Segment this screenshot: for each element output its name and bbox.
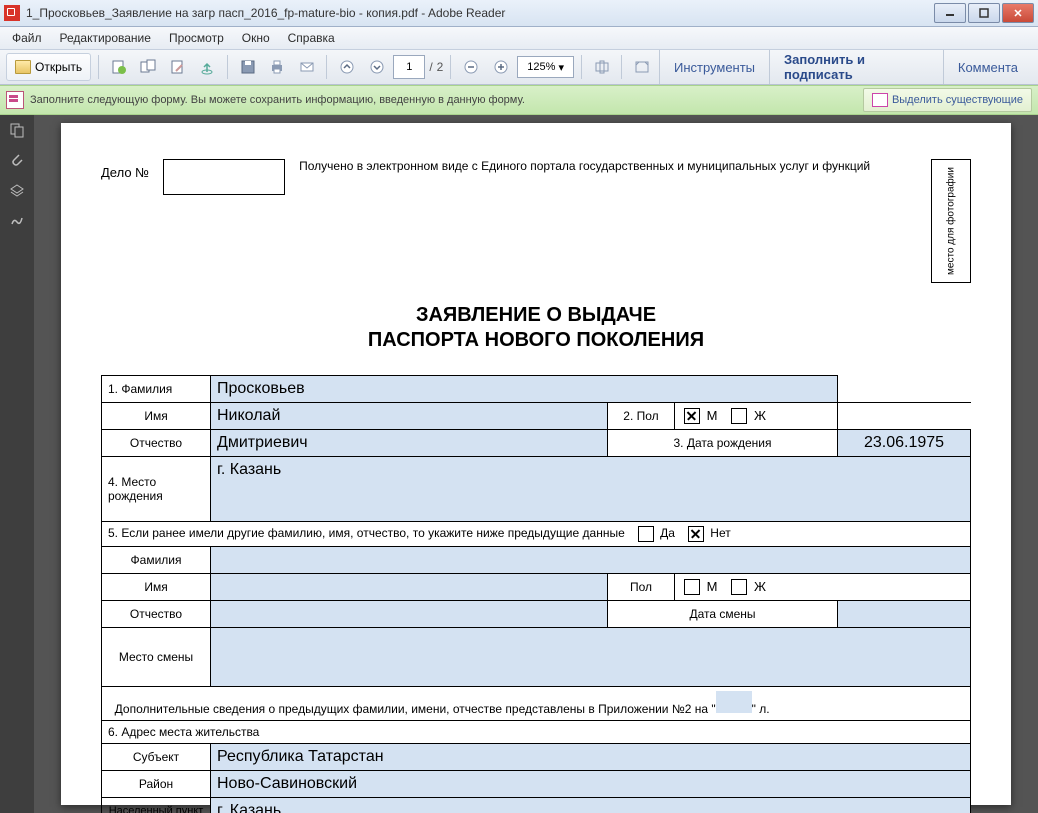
checkbox-male[interactable] — [684, 408, 700, 424]
title-bar: 1_Просковьев_Заявление на загр пасп_2016… — [0, 0, 1038, 27]
delo-field[interactable] — [163, 159, 285, 195]
info-bar: Заполните следующую форму. Вы можете сох… — [0, 85, 1038, 115]
field-prev-sex[interactable]: М Ж — [675, 574, 971, 601]
field-city[interactable]: г. Казань — [211, 798, 971, 813]
field-change-date[interactable] — [838, 601, 971, 628]
portal-text: Получено в электронном виде с Единого по… — [299, 159, 877, 174]
field-change-place[interactable] — [211, 628, 971, 687]
window-title: 1_Просковьев_Заявление на загр пасп_2016… — [26, 6, 934, 20]
comment-panel-button[interactable]: Коммента — [943, 50, 1032, 84]
edit-pdf-icon[interactable] — [165, 54, 190, 80]
read-mode-icon[interactable] — [629, 54, 654, 80]
print-icon[interactable] — [264, 54, 289, 80]
pdf-page: Дело № Получено в электронном виде с Еди… — [61, 123, 1011, 805]
field-name[interactable]: Николай — [211, 403, 608, 430]
zoom-out-icon[interactable] — [458, 54, 483, 80]
highlight-fields-button[interactable]: Выделить существующие — [863, 88, 1032, 112]
form-info-icon — [6, 91, 24, 109]
document-viewport[interactable]: Дело № Получено в электронном виде с Еди… — [34, 115, 1038, 813]
row-appendix-note: Дополнительные сведения о предыдущих фам… — [102, 687, 971, 721]
lbl-dob: 3. Дата рождения — [608, 430, 838, 457]
create-pdf-icon[interactable] — [106, 54, 131, 80]
menu-view[interactable]: Просмотр — [161, 29, 232, 47]
minimize-button[interactable] — [934, 3, 966, 23]
menu-file[interactable]: Файл — [4, 29, 50, 47]
menu-help[interactable]: Справка — [280, 29, 343, 47]
field-patronymic[interactable]: Дмитриевич — [211, 430, 608, 457]
menu-edit[interactable]: Редактирование — [52, 29, 159, 47]
field-sex[interactable]: М Ж — [675, 403, 838, 430]
field-surname[interactable]: Просковьев — [211, 376, 838, 403]
signatures-icon[interactable] — [8, 211, 26, 229]
lbl-patronymic: Отчество — [102, 430, 211, 457]
page-number-input[interactable] — [393, 55, 425, 79]
toolbar: Открыть / 2 125% ▾ Инструменты Заполнить… — [0, 50, 1038, 85]
form-title: ЗАЯВЛЕНИЕ О ВЫДАЧЕ ПАСПОРТА НОВОГО ПОКОЛ… — [101, 303, 971, 353]
lbl-prev-surname: Фамилия — [102, 547, 211, 574]
app-icon — [4, 5, 20, 21]
open-label: Открыть — [35, 60, 82, 74]
delo-label: Дело № — [101, 159, 149, 180]
checkbox-prev-female[interactable] — [731, 579, 747, 595]
lbl-prev-name: Имя — [102, 574, 211, 601]
close-button[interactable]: ✕ — [1002, 3, 1034, 23]
zoom-in-icon[interactable] — [488, 54, 513, 80]
fit-width-icon[interactable] — [589, 54, 614, 80]
field-subject[interactable]: Республика Татарстан — [211, 744, 971, 771]
checkbox-female[interactable] — [731, 408, 747, 424]
page-sep: / — [429, 60, 432, 74]
save-icon[interactable] — [235, 54, 260, 80]
menu-bar: Файл Редактирование Просмотр Окно Справк… — [0, 27, 1038, 50]
lbl-name: Имя — [102, 403, 211, 430]
lbl-change-place: Место смены — [102, 628, 211, 687]
form-table: 1. Фамилия Просковьев Имя Николай 2. Пол… — [101, 375, 971, 813]
thumbnails-icon[interactable] — [8, 121, 26, 139]
zoom-select[interactable]: 125% ▾ — [517, 56, 574, 78]
email-icon[interactable] — [294, 54, 319, 80]
lbl-surname: 1. Фамилия — [102, 376, 211, 403]
field-prev-patronymic[interactable] — [211, 601, 608, 628]
page-up-icon[interactable] — [334, 54, 359, 80]
field-appendix-pages[interactable] — [716, 691, 752, 713]
convert-icon[interactable] — [136, 54, 161, 80]
page-down-icon[interactable] — [364, 54, 389, 80]
lbl-birthplace: 4. Место рождения — [102, 457, 211, 522]
field-prev-surname[interactable] — [211, 547, 971, 574]
share-icon[interactable] — [195, 54, 220, 80]
field-prev-name[interactable] — [211, 574, 608, 601]
checkbox-prev-no[interactable] — [688, 526, 704, 542]
tools-panel-button[interactable]: Инструменты — [659, 50, 769, 84]
page-total: 2 — [437, 60, 444, 74]
photo-placeholder: место для фотографии — [931, 159, 971, 283]
row-address-header: 6. Адрес места жительства — [102, 721, 971, 744]
lbl-subject: Субъект — [102, 744, 211, 771]
layers-icon[interactable] — [8, 181, 26, 199]
row-prev-names-q: 5. Если ранее имели другие фамилию, имя,… — [102, 522, 971, 547]
open-button[interactable]: Открыть — [6, 53, 91, 81]
folder-icon — [15, 60, 31, 74]
field-dob[interactable]: 23.06.1975 — [838, 430, 971, 457]
lbl-prev-patronymic: Отчество — [102, 601, 211, 628]
maximize-button[interactable] — [968, 3, 1000, 23]
lbl-sex: 2. Пол — [608, 403, 675, 430]
field-district[interactable]: Ново-Савиновский — [211, 771, 971, 798]
lbl-city: Населенный пункт — [102, 798, 211, 813]
info-text: Заполните следующую форму. Вы можете сох… — [30, 94, 857, 106]
lbl-district: Район — [102, 771, 211, 798]
lbl-change-date: Дата смены — [608, 601, 838, 628]
sidebar — [0, 115, 34, 813]
field-birthplace[interactable]: г. Казань — [211, 457, 971, 522]
menu-window[interactable]: Окно — [234, 29, 278, 47]
checkbox-prev-yes[interactable] — [638, 526, 654, 542]
highlight-icon — [872, 93, 888, 107]
lbl-prev-sex: Пол — [608, 574, 675, 601]
attachments-icon[interactable] — [8, 151, 26, 169]
checkbox-prev-male[interactable] — [684, 579, 700, 595]
fill-sign-panel-button[interactable]: Заполнить и подписать — [769, 50, 943, 84]
